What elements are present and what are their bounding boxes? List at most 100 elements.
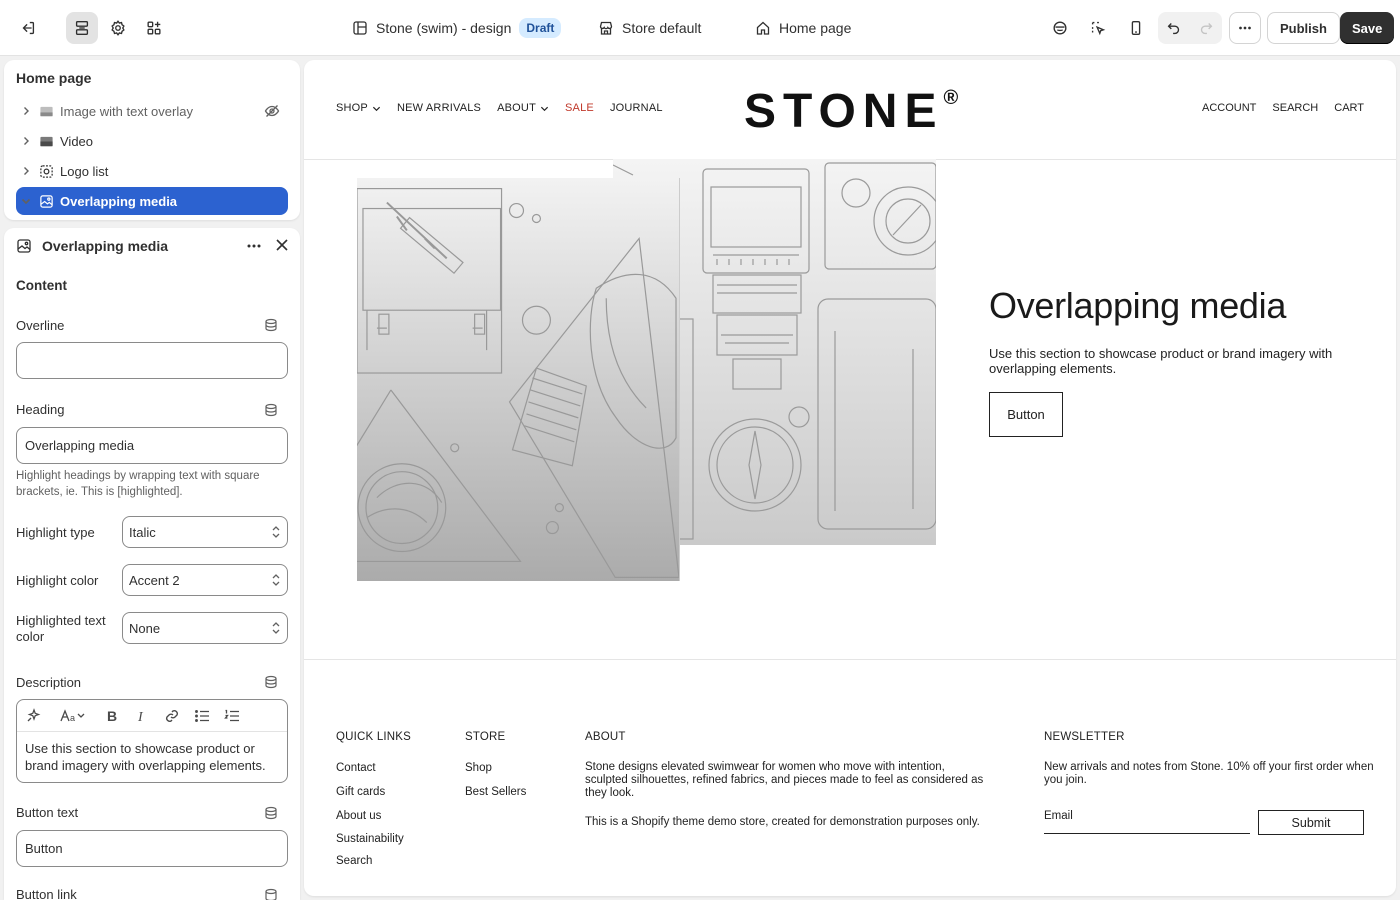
svg-text:I: I — [137, 710, 144, 725]
page-label: Home page — [779, 20, 852, 36]
chevron-right-icon[interactable] — [16, 166, 36, 176]
dynamic-source-icon[interactable] — [264, 675, 278, 689]
mobile-preview-button[interactable] — [1120, 12, 1152, 44]
newsletter-submit-button[interactable]: Submit — [1258, 810, 1364, 835]
apps-button[interactable] — [138, 12, 170, 44]
nav-label: SHOP — [336, 102, 368, 114]
highlight-color-label: Highlight color — [16, 573, 99, 588]
ai-sparkle-icon[interactable] — [25, 707, 43, 725]
chevron-down-icon[interactable] — [16, 196, 36, 206]
ai-button[interactable] — [1044, 12, 1076, 44]
chevron-right-icon[interactable] — [16, 136, 36, 146]
tree-item-overlapping-media[interactable]: Overlapping media — [16, 187, 288, 215]
more-actions-button[interactable] — [1229, 12, 1261, 44]
store-selector[interactable]: Store default — [598, 0, 701, 56]
link-icon[interactable] — [163, 707, 181, 725]
newsletter-email-input[interactable]: Email — [1044, 810, 1250, 834]
more-options-button[interactable] — [244, 236, 264, 259]
tree-title: Home page — [16, 70, 92, 86]
dynamic-source-icon[interactable] — [264, 806, 278, 820]
bullet-list-icon[interactable] — [193, 707, 211, 725]
nav-about[interactable]: ABOUT — [497, 102, 549, 114]
page-selector[interactable]: Home page — [755, 0, 851, 56]
sidekick-icon — [1053, 21, 1067, 35]
footer-link-shop[interactable]: Shop — [465, 762, 492, 774]
main-nav: SHOP NEW ARRIVALS ABOUT SALE JOURNAL — [336, 102, 663, 114]
nav-label: ABOUT — [497, 102, 536, 114]
utility-nav: ACCOUNT SEARCH CART — [1202, 102, 1364, 114]
footer-divider — [304, 659, 1396, 660]
italic-icon[interactable]: I — [133, 707, 151, 725]
close-button[interactable] — [274, 237, 290, 256]
footer-link-contact[interactable]: Contact — [336, 762, 376, 774]
dynamic-source-icon[interactable] — [264, 318, 278, 332]
nav-search[interactable]: SEARCH — [1272, 102, 1318, 114]
save-button[interactable]: Save — [1340, 12, 1395, 44]
description-text[interactable]: Use this section to showcase product or … — [17, 732, 287, 782]
select-value: Accent 2 — [129, 572, 180, 588]
inspector-button[interactable] — [1082, 12, 1114, 44]
nav-cart[interactable]: CART — [1334, 102, 1364, 114]
overline-input[interactable] — [16, 342, 288, 379]
select-arrows-icon — [272, 526, 280, 538]
tree-item-label: Overlapping media — [60, 193, 178, 209]
footer-demo-note: This is a Shopify theme demo store, crea… — [585, 816, 980, 828]
description-editor[interactable]: a B I Use this section to showcase produ… — [16, 699, 288, 783]
nav-shop[interactable]: SHOP — [336, 102, 381, 114]
highlighted-text-color-select[interactable]: None — [122, 612, 288, 644]
footer-heading-about: ABOUT — [585, 731, 626, 743]
footer-link-best-sellers[interactable]: Best Sellers — [465, 786, 526, 798]
dynamic-source-icon[interactable] — [264, 888, 278, 900]
tree-item-logo-list[interactable]: Logo list — [16, 157, 288, 185]
highlight-type-label: Highlight type — [16, 525, 95, 540]
dynamic-source-icon[interactable] — [264, 403, 278, 417]
theme-selector[interactable]: Stone (swim) - design Draft — [352, 0, 562, 56]
bold-icon[interactable]: B — [103, 707, 121, 725]
undo-icon — [1167, 23, 1180, 35]
nav-new-arrivals[interactable]: NEW ARRIVALS — [397, 102, 481, 114]
footer-link-about-us[interactable]: About us — [336, 810, 381, 822]
mobile-icon — [1131, 21, 1141, 35]
undo-button[interactable] — [1158, 12, 1190, 44]
numbered-list-icon[interactable] — [223, 707, 241, 725]
text-style-icon[interactable]: a — [55, 707, 91, 725]
tree-item-label: Logo list — [60, 163, 109, 179]
heading-label: Heading — [16, 402, 65, 417]
footer-link-search[interactable]: Search — [336, 855, 372, 867]
home-icon — [756, 21, 770, 35]
redo-button[interactable] — [1190, 12, 1222, 44]
highlight-color-select[interactable]: Accent 2 — [122, 564, 288, 596]
hidden-eye-icon[interactable] — [264, 103, 280, 122]
highlight-type-select[interactable]: Italic — [122, 516, 288, 548]
button-text-input[interactable]: Button — [16, 830, 288, 867]
tree-item-video[interactable]: Video — [16, 127, 288, 155]
button-text-label: Button text — [16, 805, 79, 820]
button-link-label: Button link — [16, 887, 77, 900]
nav-sale[interactable]: SALE — [565, 102, 594, 114]
chevron-down-icon — [372, 106, 381, 111]
layout-icon — [353, 21, 367, 35]
footer-heading-store: STORE — [465, 731, 506, 743]
store-logo[interactable]: STONE® — [744, 84, 958, 139]
exit-icon — [22, 21, 35, 35]
footer-heading-newsletter: NEWSLETTER — [1044, 731, 1125, 743]
nav-journal[interactable]: JOURNAL — [610, 102, 663, 114]
publish-button[interactable]: Publish — [1267, 12, 1340, 44]
heading-input[interactable]: Overlapping media — [16, 427, 288, 464]
footer-link-gift-cards[interactable]: Gift cards — [336, 786, 385, 798]
theme-settings-button[interactable] — [102, 12, 134, 44]
sections-button[interactable] — [66, 12, 98, 44]
image-overlay-icon — [38, 103, 54, 119]
storefront-preview: SHOP NEW ARRIVALS ABOUT SALE JOURNAL STO… — [304, 60, 1396, 896]
chevron-right-icon[interactable] — [16, 106, 36, 116]
footer-link-sustainability[interactable]: Sustainability — [336, 833, 404, 845]
nav-account[interactable]: ACCOUNT — [1202, 102, 1256, 114]
select-cursor-icon — [1091, 21, 1106, 36]
tree-item-image-with-text-overlay[interactable]: Image with text overlay — [16, 97, 288, 125]
exit-button[interactable] — [12, 12, 44, 44]
sections-icon — [75, 21, 89, 35]
content-heading: Content — [16, 278, 67, 293]
section-description: Use this section to showcase product or … — [989, 346, 1333, 376]
select-value: Italic — [129, 524, 156, 540]
section-cta-button[interactable]: Button — [989, 392, 1063, 437]
